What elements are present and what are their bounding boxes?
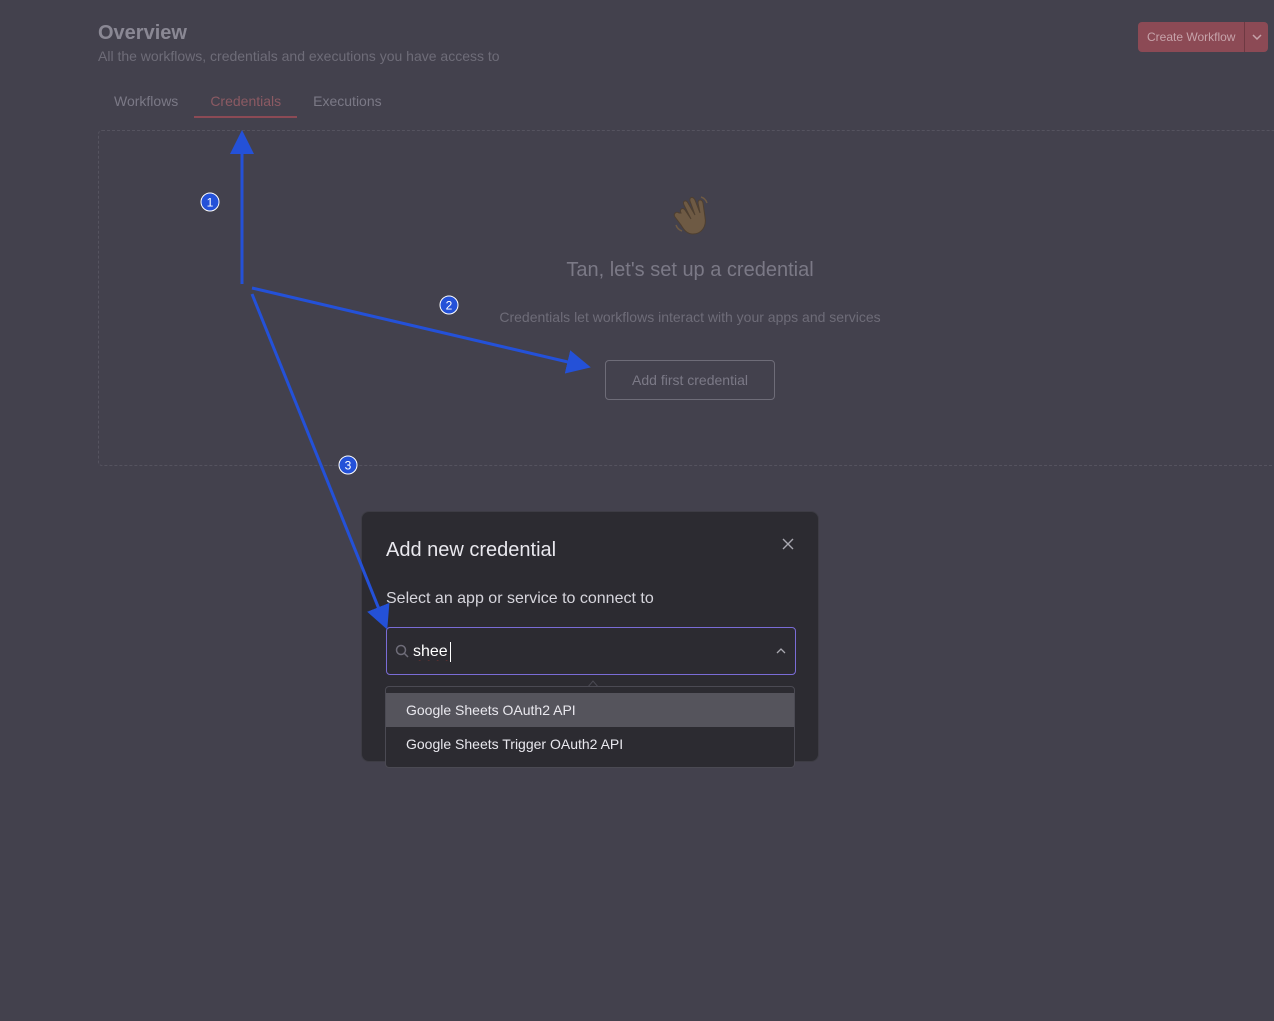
tab-credentials[interactable]: Credentials xyxy=(194,86,298,118)
add-first-credential-button[interactable]: Add first credential xyxy=(605,360,775,400)
chevron-down-icon xyxy=(1252,34,1262,41)
waving-hand-icon xyxy=(673,196,708,235)
empty-state-panel xyxy=(98,130,1274,466)
empty-state-heading: Tan, let's set up a credential xyxy=(566,259,814,281)
search-icon xyxy=(395,644,409,658)
overview-tabs: Workflows Credentials Executions xyxy=(98,86,398,118)
page-subtitle: All the workflows, credentials and execu… xyxy=(98,48,500,64)
option-google-sheets-oauth2-api[interactable]: Google Sheets OAuth2 API xyxy=(386,693,794,727)
modal-title: Add new credential xyxy=(386,539,557,561)
option-google-sheets-trigger-oauth2-api[interactable]: Google Sheets Trigger OAuth2 API xyxy=(386,727,794,761)
empty-state-description: Credentials let workflows interact with … xyxy=(499,309,881,325)
chevron-up-icon[interactable] xyxy=(775,646,787,656)
text-caret xyxy=(450,642,451,662)
create-workflow-dropdown-toggle[interactable] xyxy=(1244,22,1269,52)
create-workflow-button[interactable]: Create Workflow xyxy=(1138,22,1245,52)
create-workflow-button-group: Create Workflow xyxy=(1138,22,1269,52)
tab-workflows[interactable]: Workflows xyxy=(98,86,194,118)
modal-label: Select an app or service to connect to xyxy=(386,590,654,607)
credential-search-box[interactable] xyxy=(386,627,796,675)
close-icon[interactable] xyxy=(780,536,796,552)
tab-executions[interactable]: Executions xyxy=(297,86,397,118)
credential-search-input[interactable] xyxy=(413,640,753,664)
page-title: Overview xyxy=(98,22,187,44)
credential-options-dropdown: Google Sheets OAuth2 API Google Sheets T… xyxy=(385,686,795,768)
